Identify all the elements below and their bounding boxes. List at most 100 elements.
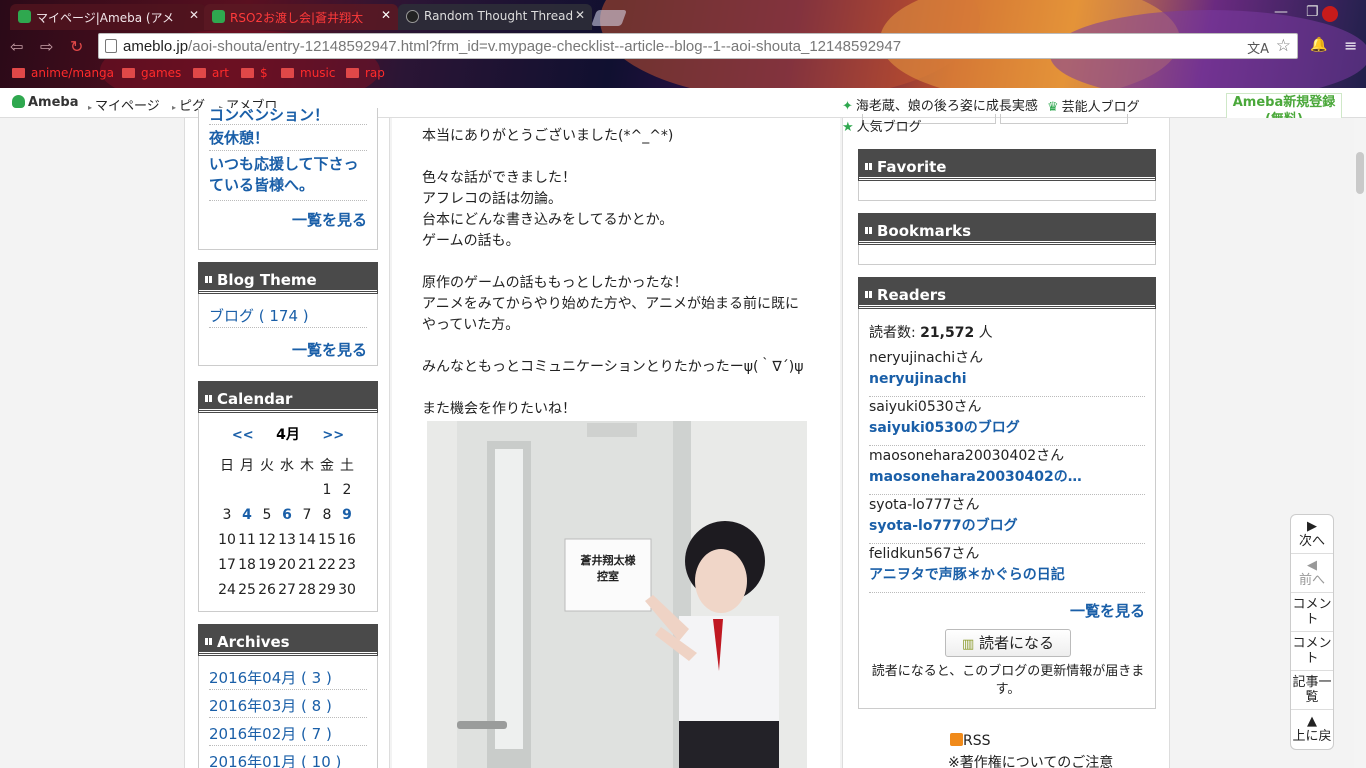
calendar-grid: 日月火水木金土 1 2 3 4 5 6 7 8 9 10 11 12 13 14 15 16 17 18 19 20 21… (217, 452, 357, 602)
rss-link[interactable]: RSS (950, 733, 991, 749)
ameba-logo[interactable]: Ameba (12, 95, 79, 110)
next-arrow-icon: ▶ (1307, 519, 1317, 534)
topic-link-1[interactable]: ✦ 海老蔵、娘の後ろ姿に成長実感 (842, 95, 1038, 114)
folder-icon (281, 68, 294, 78)
bookmark-dollar[interactable]: $ (241, 66, 268, 80)
reader-blog-link[interactable]: syota-lo777のブログ (869, 515, 1135, 537)
calendar-prev-link[interactable]: << (232, 428, 254, 443)
recent-entry-link[interactable]: いつも応援して下さっている皆様へ。 (209, 154, 369, 196)
bookmark-anime-manga[interactable]: anime/manga (12, 66, 114, 80)
minimize-icon[interactable]: — (1274, 4, 1288, 20)
become-reader-button[interactable]: ▥ 読者になる (945, 629, 1071, 657)
calendar-month: 4月 (276, 427, 300, 443)
reader-blog-link[interactable]: maosonehara20030402の… (869, 466, 1135, 488)
next-entry-button[interactable]: ▶ 次へ (1291, 515, 1333, 554)
topic-link-2[interactable]: ♛ 芸能人ブログ (1047, 96, 1140, 115)
restore-icon[interactable]: ❐ (1306, 4, 1319, 20)
archive-link[interactable]: 2016年04月 ( 3 ) (209, 667, 332, 688)
comment-write-button[interactable]: コメント (1291, 632, 1333, 671)
reader-name: felidkun567さん (869, 546, 980, 562)
calendar-day-link[interactable]: 4 (237, 502, 257, 527)
star-icon[interactable]: ☆ (1276, 36, 1291, 56)
recent-entry-link[interactable]: コンベンション！ (209, 104, 329, 125)
tab-blog-entry[interactable]: RSO2お渡し会|蒼井翔太 ✕ (204, 4, 398, 30)
tab-random-thought[interactable]: Random Thought Thread ✕ (398, 4, 592, 30)
weekday-label: 月 (240, 457, 254, 474)
folder-icon (12, 68, 25, 78)
calendar-day: 23 (338, 556, 356, 573)
reader-blog-link[interactable]: saiyuki0530のブログ (869, 417, 1135, 439)
forward-icon[interactable]: ⇨ (40, 37, 53, 56)
calendar-day: 29 (318, 581, 336, 598)
page-navigation-widget: ▶ 次へ ◀ 前へ コメント コメント 記事一覧 ▲ 上に戻 (1290, 514, 1334, 750)
bookmarks-box: Bookmarks (858, 213, 1156, 265)
chrome-menu-icon[interactable]: ≡ (1344, 36, 1357, 55)
folder-icon (346, 68, 359, 78)
new-tab-button[interactable] (591, 10, 627, 26)
calendar-day: 12 (258, 531, 276, 548)
favorite-header: Favorite (858, 149, 1156, 181)
calendar-day: 13 (278, 531, 296, 548)
scrollbar-thumb[interactable] (1356, 152, 1364, 194)
calendar-day-link[interactable]: 6 (277, 502, 297, 527)
calendar-day: 10 (218, 531, 236, 548)
recent-entry-link[interactable]: 夜休憩！ (209, 127, 269, 148)
calendar-day: 24 (218, 581, 236, 598)
topic-link-3[interactable]: ★ 人気ブログ (842, 116, 922, 135)
photo-illustration (427, 421, 807, 768)
entry-list-button[interactable]: 記事一覧 (1291, 671, 1333, 710)
archives-box: Archives 2016年04月 ( 3 ) 2016年03月 ( 8 ) 2… (198, 624, 378, 768)
close-tab-icon[interactable]: ✕ (381, 8, 391, 22)
archive-link[interactable]: 2016年03月 ( 8 ) (209, 695, 332, 716)
back-to-top-button[interactable]: ▲ 上に戻 (1291, 710, 1333, 749)
article-photo[interactable]: 蒼井翔太様 控室 (427, 421, 807, 768)
calendar-day (277, 477, 297, 502)
calendar-box: Calendar << 4月 >> 日月火水木金土 1 2 3 4 5 6 7 8 9 10 11 12… (198, 381, 378, 612)
prev-entry-button[interactable]: ◀ 前へ (1291, 554, 1333, 593)
nav-mypage[interactable]: マイページ (88, 95, 160, 114)
readers-more-link[interactable]: 一覧を見る (1070, 600, 1145, 621)
calendar-day: 27 (278, 581, 296, 598)
recent-entries-box: コンベンション！ 夜休憩！ いつも応援して下さっている皆様へ。 一覧を見る (198, 106, 378, 250)
reader-item: felidkun567さんアニヲタで声豚＊かぐらの日記 (869, 544, 1145, 593)
comment-button[interactable]: コメント (1291, 593, 1333, 632)
blog-theme-box: Blog Theme ブログ ( 174 ) 一覧を見る (198, 262, 378, 366)
tab-mypage[interactable]: マイページ|Ameba (アメ ✕ (10, 4, 206, 30)
close-tab-icon[interactable]: ✕ (189, 8, 199, 22)
translate-icon[interactable]: 文A (1247, 38, 1269, 57)
theme-more-link[interactable]: 一覧を見る (292, 339, 367, 360)
reload-icon[interactable]: ↻ (70, 37, 83, 56)
address-bar[interactable]: ameblo.jp/aoi-shouta/entry-12148592947.h… (98, 33, 1298, 59)
calendar-day: 7 (302, 506, 312, 523)
close-window-icon[interactable]: x (1322, 6, 1338, 22)
reader-blog-link[interactable]: neryujinachi (869, 368, 1135, 390)
calendar-day: 2 (342, 481, 352, 498)
archive-link[interactable]: 2016年02月 ( 7 ) (209, 723, 332, 744)
bookmark-games[interactable]: games (122, 66, 181, 80)
crown-icon: ♛ (1047, 100, 1059, 115)
blog-theme-header: Blog Theme (198, 262, 378, 294)
bookmark-rap[interactable]: rap (346, 66, 385, 80)
site-favicon-icon (406, 10, 419, 23)
copyright-notice-link[interactable]: ※著作権についてのご注意 (948, 752, 1113, 768)
close-tab-icon[interactable]: ✕ (575, 8, 585, 22)
weekday-label: 土 (340, 457, 354, 474)
reader-blog-link[interactable]: アニヲタで声豚＊かぐらの日記 (869, 564, 1135, 586)
prev-widget-button[interactable] (1000, 114, 1128, 124)
bookmark-music[interactable]: music (281, 66, 335, 80)
calendar-day: 26 (258, 581, 276, 598)
archive-link[interactable]: 2016年01月 ( 10 ) (209, 751, 341, 768)
page-scrollbar[interactable] (1354, 118, 1366, 768)
calendar-day: 18 (238, 556, 256, 573)
favorite-box: Favorite (858, 149, 1156, 201)
calendar-day-link[interactable]: 9 (337, 502, 357, 527)
notification-bell-icon[interactable]: 🔔 (1310, 37, 1327, 53)
calendar-day: 25 (238, 581, 256, 598)
back-icon[interactable]: ⇦ (10, 37, 23, 56)
recent-more-link[interactable]: 一覧を見る (292, 209, 367, 230)
url-text[interactable]: ameblo.jp/aoi-shouta/entry-12148592947.h… (123, 38, 901, 55)
bookmark-art[interactable]: art (193, 66, 229, 80)
weekday-label: 水 (280, 457, 294, 474)
theme-item-link[interactable]: ブログ ( 174 ) (209, 305, 309, 326)
calendar-next-link[interactable]: >> (322, 428, 344, 443)
